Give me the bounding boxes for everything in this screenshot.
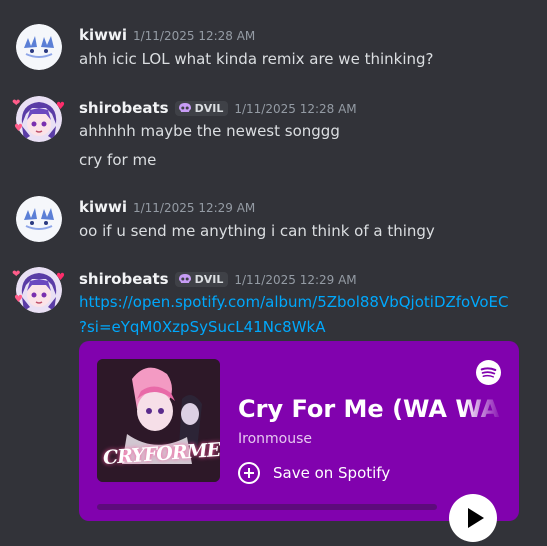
album-cover[interactable]: CRYFORME <box>97 359 220 482</box>
track-title[interactable]: Cry For Me (WA WA W <box>238 395 503 423</box>
message-text: cry for me <box>79 151 157 169</box>
heart-decoration: ♥ <box>14 123 23 134</box>
avatar[interactable] <box>16 196 62 242</box>
spotify-icon[interactable] <box>476 360 501 385</box>
message-text: ahh icic LOL what kinda remix are we thi… <box>79 50 434 68</box>
server-tag[interactable]: DVIL <box>174 272 229 287</box>
heart-decoration: ❤ <box>12 269 21 280</box>
artist-name[interactable]: Ironmouse <box>238 431 312 447</box>
server-tag-label: DVIL <box>194 273 224 286</box>
save-on-spotify-button[interactable]: Save on Spotify <box>238 462 390 484</box>
avatar[interactable] <box>16 24 62 70</box>
message-text: oo if u send me anything i can think of … <box>79 222 435 240</box>
save-on-spotify-label: Save on Spotify <box>273 464 391 482</box>
heart-decoration: ❤ <box>12 98 21 109</box>
server-tag[interactable]: DVIL <box>174 101 229 116</box>
play-button[interactable] <box>449 494 497 542</box>
username[interactable]: shirobeats <box>79 99 169 117</box>
username[interactable]: shirobeats <box>79 270 169 288</box>
spotify-link[interactable]: https://open.spotify.com/album/5Zbol88Vb… <box>79 293 508 311</box>
username[interactable]: kiwwi <box>79 198 127 216</box>
timestamp: 1/11/2025 12:29 AM <box>132 201 256 215</box>
heart-decoration: ♥ <box>56 272 65 283</box>
plus-circle-icon <box>238 462 260 484</box>
skull-icon <box>178 103 191 112</box>
spotify-embed[interactable]: CRYFORME Cry For Me (WA WA W Ironmouse S… <box>79 341 519 542</box>
spotify-link[interactable]: ?si=eYqM0XzpSySucL41Nc8WkA <box>79 318 326 336</box>
timestamp: 1/11/2025 12:28 AM <box>234 102 357 116</box>
server-tag-label: DVIL <box>194 102 224 115</box>
heart-decoration: ♥ <box>14 294 23 305</box>
timestamp: 1/11/2025 12:28 AM <box>132 29 256 43</box>
play-icon <box>468 508 484 528</box>
heart-decoration: ♥ <box>56 101 65 112</box>
timestamp: 1/11/2025 12:29 AM <box>234 273 357 287</box>
username[interactable]: kiwwi <box>79 26 127 44</box>
skull-icon <box>178 274 191 283</box>
message-text: ahhhhh maybe the newest songgg <box>79 122 340 140</box>
